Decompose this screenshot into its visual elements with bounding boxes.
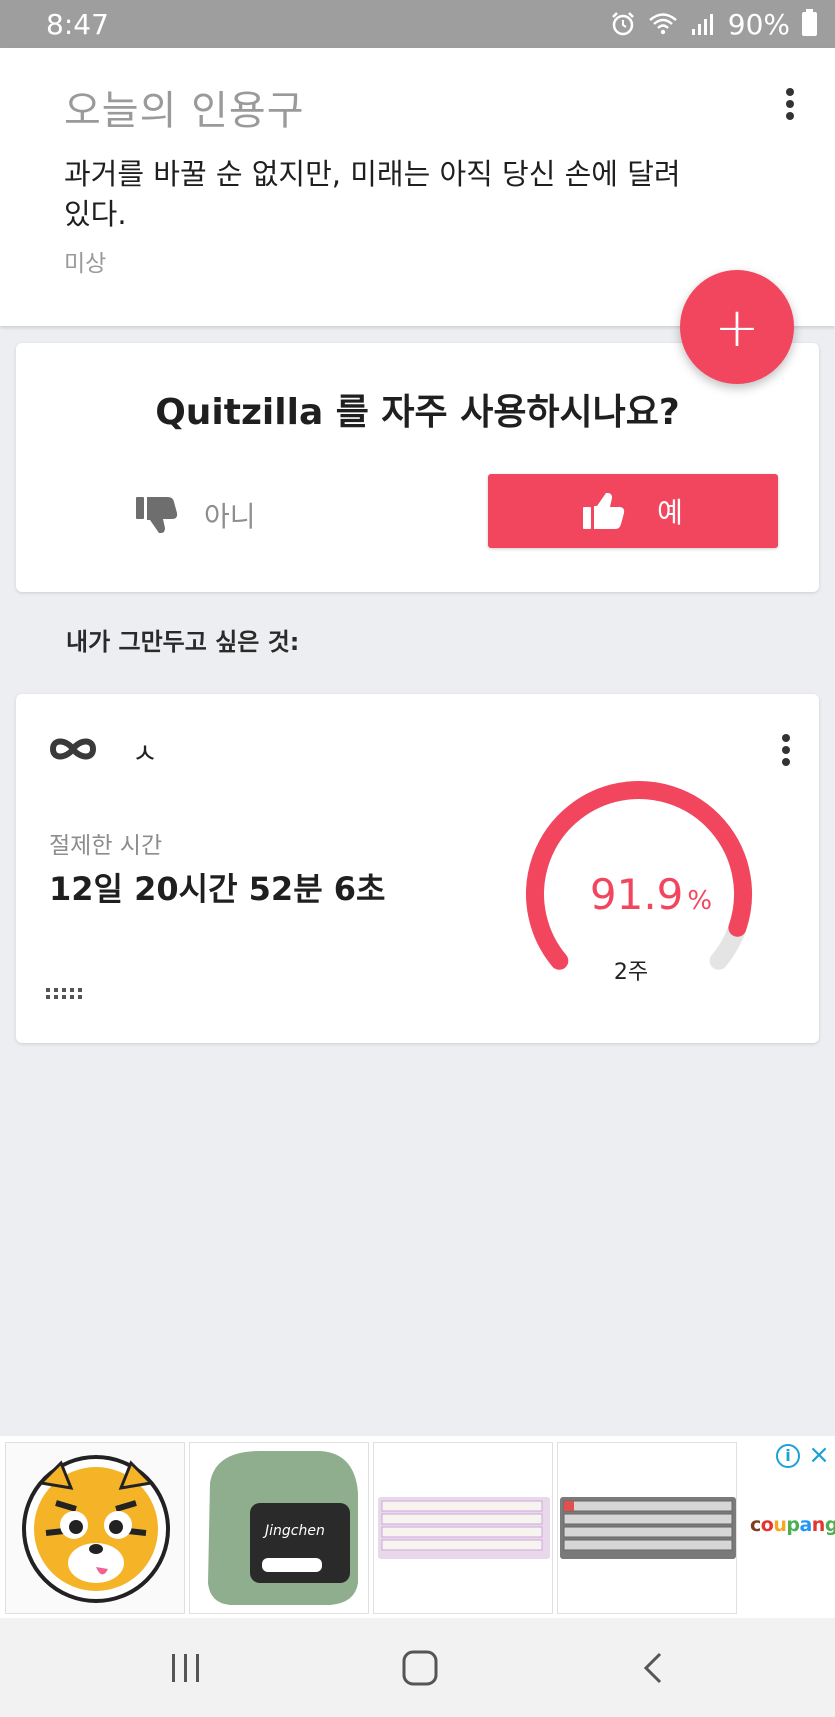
tiger-sticker-image <box>22 1455 170 1603</box>
habit-menu-icon[interactable] <box>774 728 798 772</box>
ad-close-icon[interactable]: × <box>806 1442 832 1468</box>
svg-text:Jingchen: Jingchen <box>262 1523 325 1539</box>
ad-info-icon[interactable]: i <box>776 1444 800 1468</box>
recent-apps-icon[interactable] <box>164 1646 208 1690</box>
quote-menu-icon[interactable] <box>778 82 802 126</box>
ad-item-tiger[interactable] <box>5 1442 185 1614</box>
rate-app-card: Quitzilla 를 자주 사용하시나요? 아니 예 <box>16 343 819 592</box>
thumbs-down-icon <box>136 497 178 533</box>
home-icon[interactable] <box>398 1646 442 1690</box>
app-screen: 8:47 90% 오늘의 인용구 과거를 바꿀 순 없지만, 미래는 아직 당신… <box>0 0 835 1717</box>
goal-label: 2주 <box>613 960 649 985</box>
quote-author: 미상 <box>64 251 107 277</box>
battery-percent: 90% <box>727 7 790 41</box>
abstinence-label: 절제한 시간 <box>49 833 163 859</box>
no-label: 아니 <box>204 500 256 533</box>
status-icons: 90% <box>610 8 817 41</box>
ad-item-gray-keyboard[interactable] <box>557 1442 737 1614</box>
signal-icon <box>691 14 713 35</box>
gray-keyboard-image <box>558 1443 736 1613</box>
alarm-icon <box>611 12 634 36</box>
habit-card[interactable]: ㅅ 절제한 시간 12일 20시간 52분 6초 91.9% 2주 <box>16 694 819 1043</box>
add-habit-button[interactable]: + <box>680 270 794 384</box>
yes-label: 예 <box>657 496 683 529</box>
thumbs-up-icon <box>583 493 625 529</box>
status-bar: 8:47 90% <box>0 0 835 48</box>
ad-banner[interactable]: Jingchen i × coupang <box>0 1436 835 1618</box>
battery-icon <box>802 9 817 36</box>
habit-name: ㅅ <box>132 737 158 770</box>
yes-button[interactable]: 예 <box>488 474 778 548</box>
quote-text: 과거를 바꿀 순 없지만, 미래는 아직 당신 손에 달려 있다. <box>64 157 681 231</box>
infinity-icon <box>49 738 97 760</box>
pastel-keyboard-image <box>374 1443 552 1613</box>
drag-handle-icon[interactable] <box>46 988 82 999</box>
abstinence-time: 12일 20시간 52분 6초 <box>49 870 386 908</box>
back-icon[interactable] <box>632 1646 676 1690</box>
section-label: 내가 그만두고 싶은 것: <box>66 628 300 656</box>
rate-question: Quitzilla 를 자주 사용하시나요? <box>155 392 680 433</box>
progress-gauge: 91.9% 2주 <box>516 778 786 1002</box>
ad-brand-logo[interactable]: coupang <box>750 1514 835 1536</box>
progress-unit: % <box>687 886 713 916</box>
status-time: 8:47 <box>46 7 109 41</box>
wifi-icon <box>648 13 677 35</box>
no-button[interactable]: 아니 <box>136 483 256 547</box>
ad-item-printer[interactable]: Jingchen <box>189 1442 369 1614</box>
progress-value: 91.9 <box>589 870 684 919</box>
ad-item-pastel-keyboard[interactable] <box>373 1442 553 1614</box>
label-printer-image: Jingchen <box>190 1443 368 1613</box>
plus-icon: + <box>714 295 760 359</box>
quote-title: 오늘의 인용구 <box>64 88 305 134</box>
system-nav-bar <box>0 1618 835 1717</box>
progress-percent: 91.9% <box>516 870 786 919</box>
